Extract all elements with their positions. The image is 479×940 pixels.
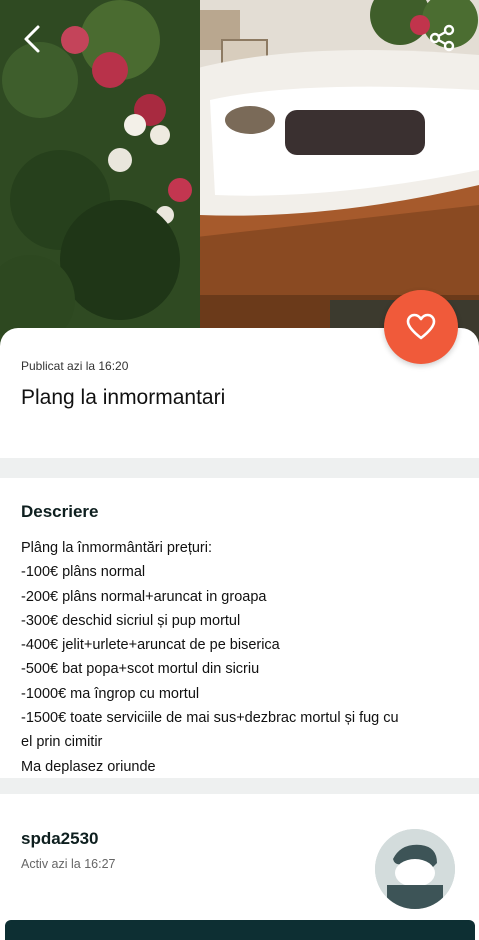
description-line: -300€ deschid sicriul și pup mortul bbox=[21, 612, 241, 629]
description-line: -100€ plâns normal bbox=[21, 564, 146, 581]
published-date: Publicat azi la 16:20 bbox=[21, 359, 129, 373]
avatar-icon bbox=[375, 829, 455, 909]
description-line: Ma deplasez oriunde bbox=[21, 758, 156, 775]
description-line: -200€ plâns normal+aruncat in groapa bbox=[21, 588, 267, 605]
favorite-button[interactable] bbox=[384, 290, 458, 364]
description-line: -500€ bat popa+scot mortul din sicriu bbox=[21, 661, 260, 678]
bottom-action-bar[interactable] bbox=[5, 920, 475, 940]
seller-avatar[interactable] bbox=[375, 829, 455, 909]
back-button[interactable] bbox=[22, 24, 56, 58]
description-line: Plâng la înmormântări prețuri: bbox=[21, 540, 212, 556]
description-heading: Descriere bbox=[21, 502, 99, 521]
seller-username[interactable]: spda2530 bbox=[21, 829, 99, 849]
description-line: el prin cimitir bbox=[21, 734, 103, 751]
section-divider bbox=[0, 778, 479, 794]
heart-icon bbox=[406, 313, 436, 340]
description-line: -400€ jelit+urlete+aruncat de pe biseric… bbox=[21, 637, 280, 654]
share-button[interactable] bbox=[428, 24, 464, 60]
chevron-left-icon bbox=[24, 25, 40, 53]
section-divider bbox=[0, 458, 479, 478]
description-line: -1500€ toate serviciile de mai sus+dezbr… bbox=[21, 710, 399, 727]
listing-title: Plang la inmormantari bbox=[21, 386, 226, 409]
share-icon bbox=[429, 24, 455, 52]
description-line: -1000€ ma îngrop cu mortul bbox=[21, 685, 200, 702]
seller-last-active: Activ azi la 16:27 bbox=[21, 857, 116, 871]
description-text: Plâng la înmormântări prețuri: -100€ plâ… bbox=[21, 536, 461, 779]
